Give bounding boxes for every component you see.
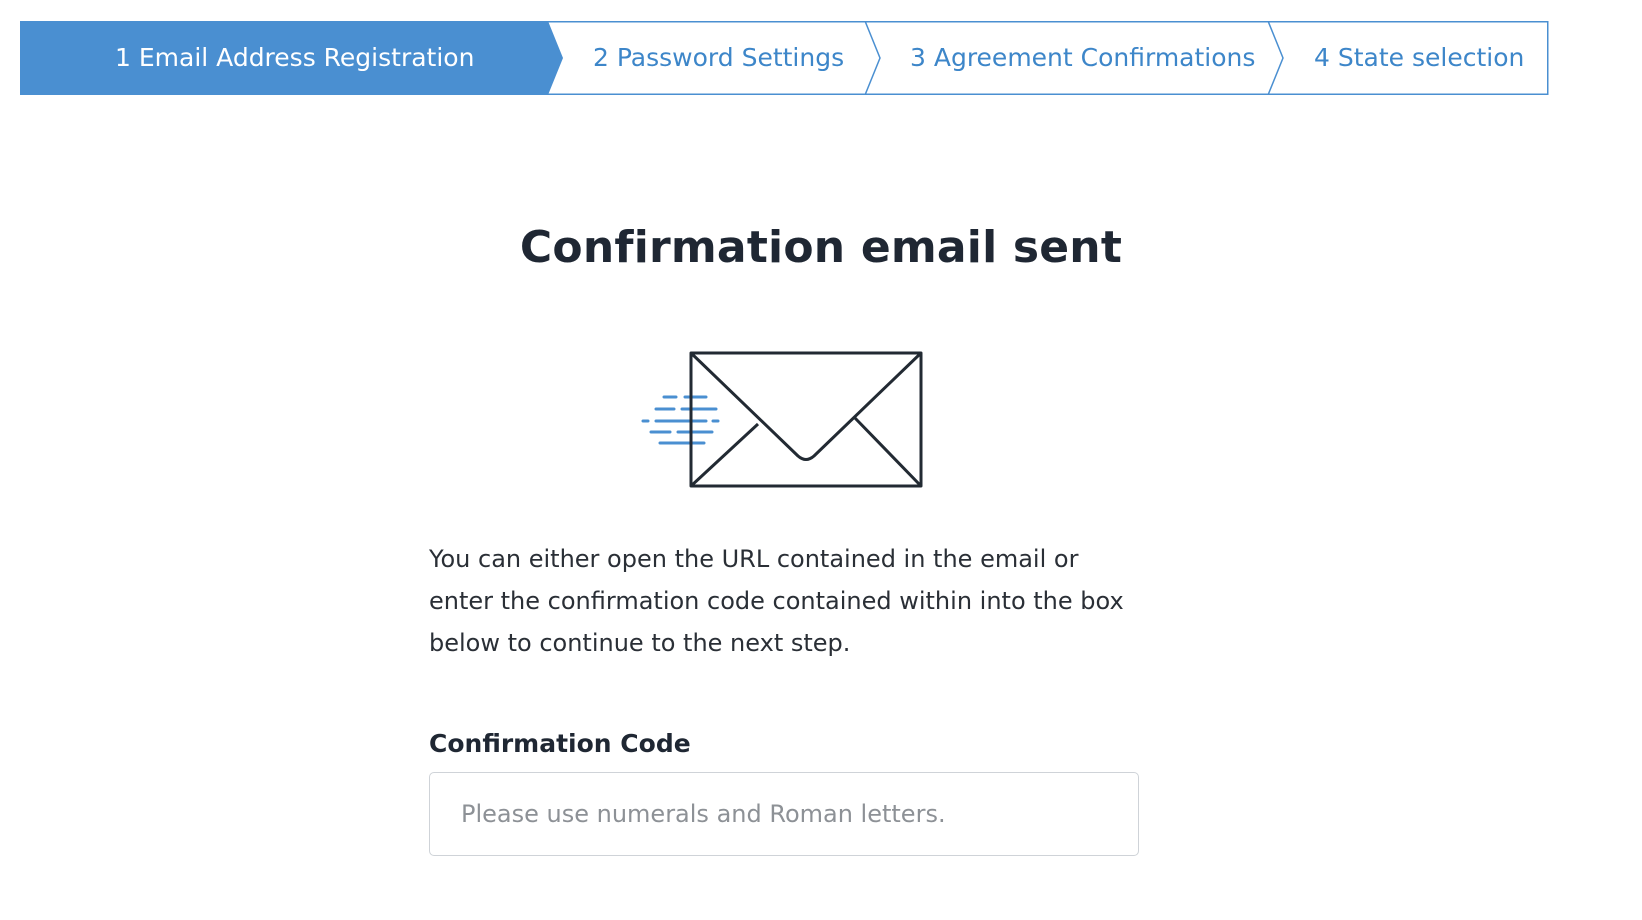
step-email-registration[interactable]: 1 Email Address Registration (115, 21, 474, 95)
step-state-selection[interactable]: 4 State selection (1314, 21, 1524, 95)
step-agreement-confirmations[interactable]: 3 Agreement Confirmations (910, 21, 1255, 95)
speed-lines (641, 395, 720, 445)
instructions-text: You can either open the URL contained in… (429, 545, 1124, 657)
step-password-settings[interactable]: 2 Password Settings (593, 21, 844, 95)
confirmation-code-label: Confirmation Code (429, 729, 691, 758)
confirmation-code-input[interactable] (429, 772, 1139, 856)
page-title: Confirmation email sent (519, 222, 1123, 273)
registration-stepper: 1 Email Address Registration 2 Password … (20, 21, 1550, 95)
envelope-body (689, 351, 923, 488)
envelope-sent-icon (641, 351, 923, 488)
